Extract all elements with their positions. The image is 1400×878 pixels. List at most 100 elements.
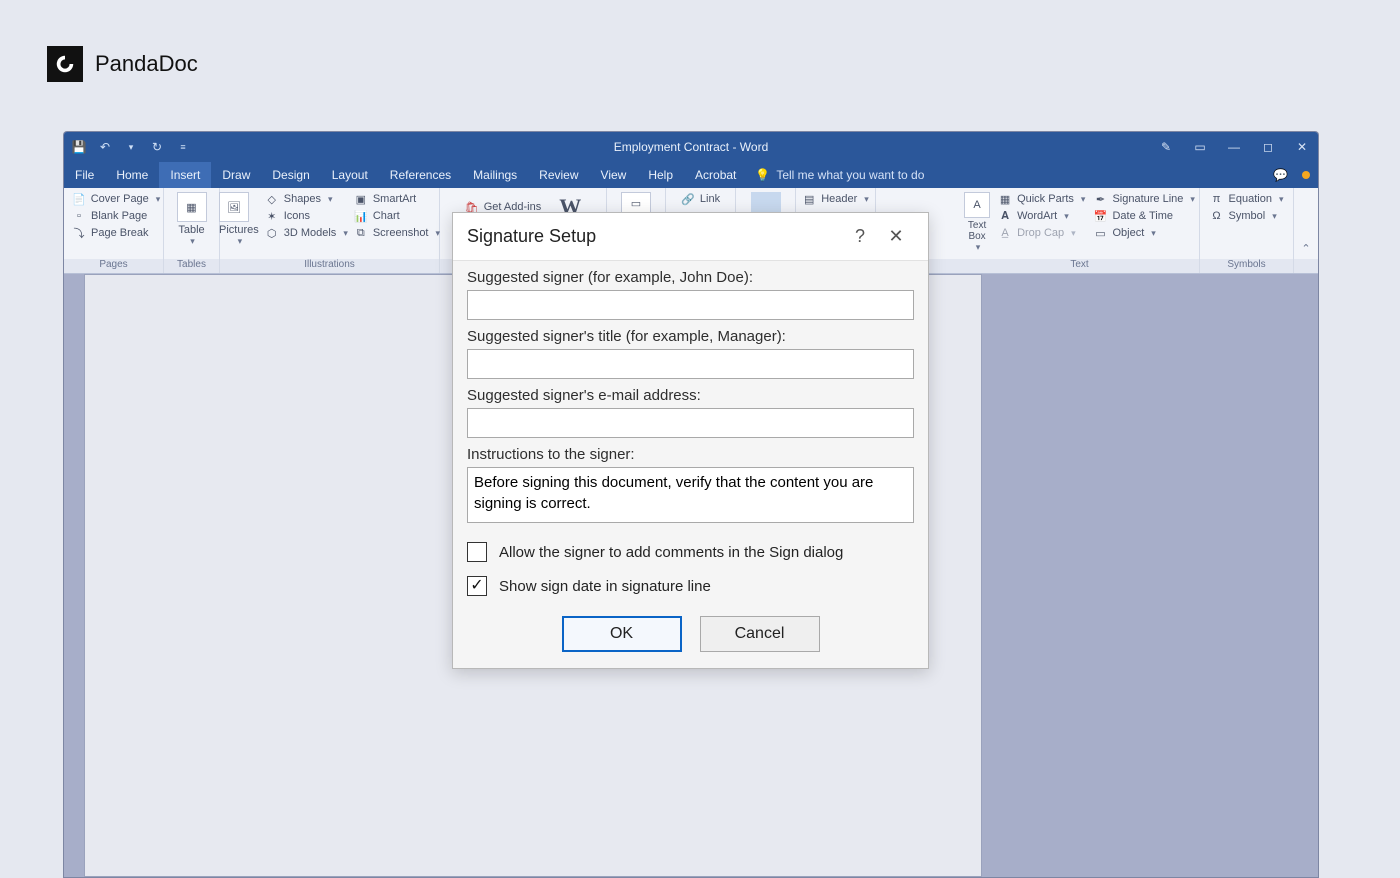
title-bar: 💾 ↶ ▾ ↻ ≡ Employment Contract - Word ✎ ▭… — [64, 132, 1318, 162]
email-label: Suggested signer's e-mail address: — [467, 387, 914, 404]
quickparts-icon: ▦ — [998, 192, 1012, 206]
shapes-button[interactable]: ◇Shapes▾ — [265, 192, 348, 206]
email-input[interactable] — [467, 408, 914, 438]
ok-button[interactable]: OK — [562, 616, 682, 652]
qat-customize-icon[interactable]: ≡ — [174, 142, 192, 152]
object-icon: ▭ — [1093, 226, 1107, 240]
tab-mailings[interactable]: Mailings — [462, 162, 528, 188]
tab-acrobat[interactable]: Acrobat — [684, 162, 747, 188]
pi-icon: π — [1210, 192, 1224, 206]
date-time-button[interactable]: 📅Date & Time — [1093, 209, 1194, 223]
undo-icon[interactable]: ↶ — [96, 140, 114, 154]
page-break-button[interactable]: ⤵Page Break — [72, 226, 155, 240]
link-icon: 🔗 — [681, 192, 695, 206]
close-window-icon[interactable]: ✕ — [1292, 140, 1312, 154]
tab-view[interactable]: View — [590, 162, 638, 188]
comments-icon[interactable]: 💬 — [1273, 168, 1288, 182]
group-label-symbols: Symbols — [1200, 259, 1293, 273]
textbox-icon: A — [964, 192, 990, 218]
signature-line-button[interactable]: ✒Signature Line▾ — [1093, 192, 1194, 206]
maximize-icon[interactable]: ◻ — [1258, 140, 1278, 154]
signer-title-label: Suggested signer's title (for example, M… — [467, 328, 914, 345]
group-symbols: πEquation▾ ΩSymbol▾ Symbols — [1200, 188, 1294, 273]
cover-page-button[interactable]: 📄Cover Page▾ — [72, 192, 155, 206]
show-date-label: Show sign date in signature line — [499, 578, 711, 595]
signature-setup-dialog: Signature Setup ? ✕ Suggested signer (fo… — [452, 212, 929, 669]
save-icon[interactable]: 💾 — [70, 140, 88, 154]
blank-page-icon: ▫ — [72, 209, 86, 223]
object-button[interactable]: ▭Object▾ — [1093, 226, 1194, 240]
signer-title-input[interactable] — [467, 349, 914, 379]
textbox-button[interactable]: A TextBox▾ — [964, 192, 990, 253]
tab-layout[interactable]: Layout — [321, 162, 379, 188]
datetime-icon: 📅 — [1093, 209, 1107, 223]
blank-page-button[interactable]: ▫Blank Page — [72, 209, 155, 223]
symbol-button[interactable]: ΩSymbol▾ — [1210, 209, 1284, 223]
icons-icon: ✶ — [265, 209, 279, 223]
show-date-checkbox[interactable] — [467, 576, 487, 596]
omega-icon: Ω — [1210, 209, 1224, 223]
instructions-textarea[interactable] — [467, 467, 914, 523]
cube-icon: ⬡ — [265, 226, 279, 240]
comment-icon[interactable] — [751, 192, 781, 214]
shapes-icon: ◇ — [265, 192, 279, 206]
signature-icon: ✒ — [1093, 192, 1107, 206]
ribbon-display-icon[interactable]: ▭ — [1190, 140, 1210, 154]
window-title: Employment Contract - Word — [64, 140, 1318, 154]
minimize-icon[interactable]: — — [1224, 140, 1244, 154]
pictures-icon: 🖼 — [219, 192, 249, 222]
link-button[interactable]: 🔗Link — [681, 192, 720, 206]
brand-name: PandaDoc — [95, 51, 198, 77]
screenshot-button[interactable]: ⧉Screenshot▾ — [354, 226, 440, 240]
dialog-title: Signature Setup — [467, 226, 596, 247]
header-button[interactable]: ▤Header▾ — [802, 192, 869, 206]
drop-cap-button[interactable]: A̲Drop Cap▾ — [998, 226, 1085, 240]
tell-me-search[interactable]: 💡 Tell me what you want to do — [755, 162, 924, 188]
tab-review[interactable]: Review — [528, 162, 589, 188]
tab-help[interactable]: Help — [637, 162, 684, 188]
pictures-button[interactable]: 🖼 Pictures▾ — [219, 192, 259, 247]
tab-insert[interactable]: Insert — [159, 162, 211, 188]
tab-home[interactable]: Home — [105, 162, 159, 188]
equation-button[interactable]: πEquation▾ — [1210, 192, 1284, 206]
signer-input[interactable] — [467, 290, 914, 320]
tab-references[interactable]: References — [379, 162, 462, 188]
chart-icon: 📊 — [354, 209, 368, 223]
help-icon[interactable]: ? — [842, 226, 878, 247]
table-button[interactable]: ▦ Table ▾ — [177, 192, 207, 247]
online-video-icon[interactable]: ▭ — [621, 192, 651, 214]
smartart-button[interactable]: ▣SmartArt — [354, 192, 440, 206]
chevron-up-icon: ⌃ — [1301, 242, 1310, 255]
icons-button[interactable]: ✶Icons — [265, 209, 348, 223]
notification-dot-icon[interactable] — [1302, 171, 1310, 179]
group-label-pages: Pages — [64, 259, 163, 273]
allow-comments-label: Allow the signer to add comments in the … — [499, 544, 843, 561]
header-icon: ▤ — [802, 192, 816, 206]
close-icon[interactable]: ✕ — [878, 226, 914, 247]
tab-design[interactable]: Design — [261, 162, 320, 188]
smartart-icon: ▣ — [354, 192, 368, 206]
tell-me-label: Tell me what you want to do — [776, 168, 924, 182]
wordart-button[interactable]: 𝐀WordArt▾ — [998, 209, 1085, 223]
group-illustrations: 🖼 Pictures▾ ◇Shapes▾ ✶Icons ⬡3D Models▾ … — [220, 188, 440, 273]
touch-mode-icon[interactable]: ✎ — [1156, 140, 1176, 154]
dropcap-icon: A̲ — [998, 226, 1012, 240]
pandadoc-brand: PandaDoc — [47, 46, 198, 82]
allow-comments-checkbox[interactable] — [467, 542, 487, 562]
group-tables: ▦ Table ▾ Tables — [164, 188, 220, 273]
tab-draw[interactable]: Draw — [211, 162, 261, 188]
tab-file[interactable]: File — [64, 162, 105, 188]
cancel-button[interactable]: Cancel — [700, 616, 820, 652]
word-window: 💾 ↶ ▾ ↻ ≡ Employment Contract - Word ✎ ▭… — [64, 132, 1318, 877]
quick-parts-button[interactable]: ▦Quick Parts▾ — [998, 192, 1085, 206]
3d-models-button[interactable]: ⬡3D Models▾ — [265, 226, 348, 240]
collapse-ribbon[interactable]: ⌃ — [1294, 188, 1318, 273]
dialog-titlebar: Signature Setup ? ✕ — [453, 213, 928, 261]
signer-label: Suggested signer (for example, John Doe)… — [467, 269, 914, 286]
ribbon-tabs: File Home Insert Draw Design Layout Refe… — [64, 162, 1318, 188]
chart-button[interactable]: 📊Chart — [354, 209, 440, 223]
undo-dropdown-icon[interactable]: ▾ — [122, 142, 140, 153]
redo-icon[interactable]: ↻ — [148, 140, 166, 154]
lightbulb-icon: 💡 — [755, 168, 770, 182]
instructions-label: Instructions to the signer: — [467, 446, 914, 463]
